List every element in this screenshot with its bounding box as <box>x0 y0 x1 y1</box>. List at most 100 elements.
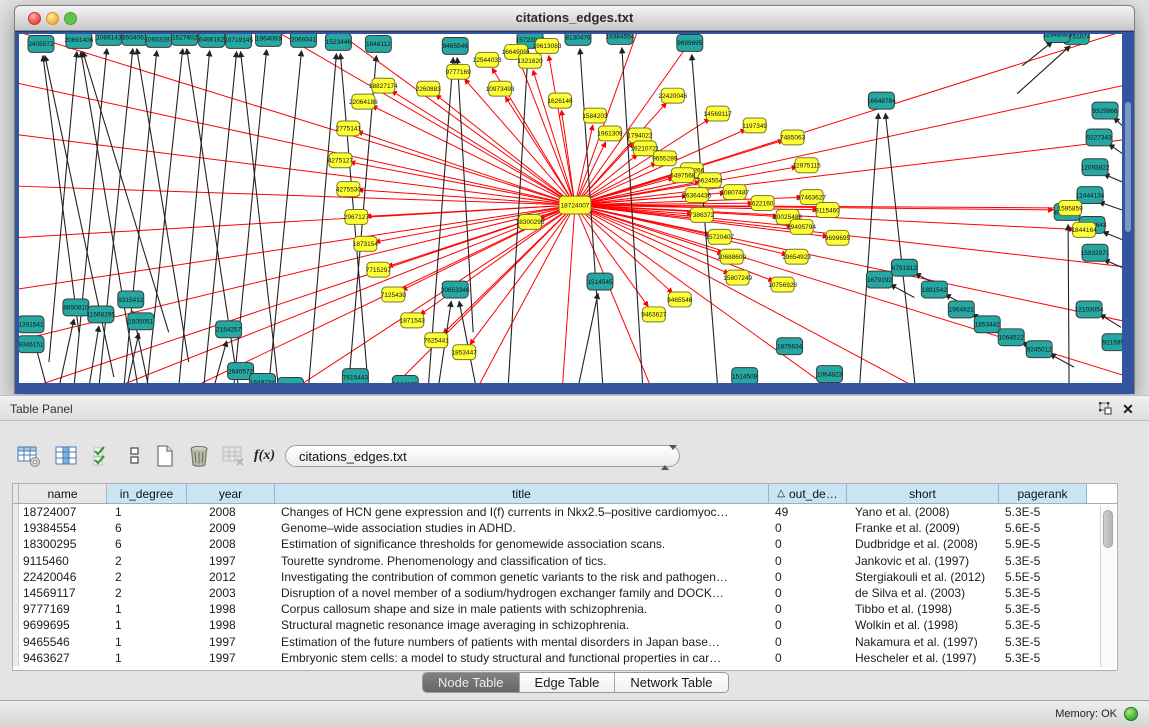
graph-node[interactable]: 6466162 <box>199 34 225 47</box>
graph-node[interactable]: 22064186 <box>349 94 378 109</box>
graph-node[interactable]: 16648784 <box>867 92 896 109</box>
graph-node[interactable]: 10973493 <box>486 81 515 96</box>
graph-node[interactable]: 19495794 <box>787 219 816 234</box>
graph-node[interactable]: 1523446 <box>325 34 351 50</box>
graph-node[interactable]: 3624554 <box>697 173 723 188</box>
table-row[interactable]: 1872400712008Changes of HCN gene express… <box>13 504 1117 520</box>
graph-node[interactable]: 18300295 <box>516 214 545 229</box>
graph-node[interactable]: 7485063 <box>780 130 806 145</box>
select-columns-icon[interactable] <box>53 443 79 469</box>
memory-ok-indicator[interactable] <box>1124 707 1138 721</box>
graph-node[interactable]: 6497568 <box>670 168 696 183</box>
graph-node[interactable]: 1626146 <box>547 93 573 108</box>
graph-node[interactable]: 7625441 <box>424 333 450 348</box>
table-row[interactable]: 2242004622012Investigating the contribut… <box>13 569 1117 585</box>
close-panel-icon[interactable]: ✕ <box>1119 400 1137 418</box>
float-panel-icon[interactable] <box>1097 400 1115 418</box>
graph-node[interactable]: 9227343 <box>1086 129 1112 146</box>
graph-node[interactable]: 20653346 <box>441 281 470 298</box>
graph-node[interactable]: 15932971 <box>1081 244 1110 261</box>
graph-node[interactable]: 9699695 <box>677 34 703 51</box>
new-document-icon[interactable] <box>152 443 178 469</box>
column-header-out-degree[interactable]: △out_de… <box>769 484 847 503</box>
graph-node[interactable]: 12975115 <box>792 158 821 173</box>
graph-node[interactable]: 9699695 <box>825 230 851 245</box>
column-header-short[interactable]: short <box>847 484 999 503</box>
graph-node[interactable]: 7615443 <box>342 369 368 383</box>
scrollbar-thumb[interactable] <box>1103 510 1113 548</box>
graph-node[interactable]: 9655289 <box>652 151 678 166</box>
table-row[interactable]: 946554611997Estimation of the future num… <box>13 634 1117 650</box>
graph-node[interactable]: 1584203 <box>582 108 608 123</box>
table-row[interactable]: 969969511998Structural magnetic resonanc… <box>13 617 1117 633</box>
table-row[interactable]: 946362711997Embryonic stem cells: a mode… <box>13 650 1117 666</box>
graph-node[interactable]: 1964125 <box>392 376 418 383</box>
column-header-year[interactable]: year <box>187 484 275 503</box>
graph-node[interactable]: 1875634 <box>777 338 803 355</box>
graph-node[interactable]: 26364436 <box>682 188 711 203</box>
graph-node[interactable]: 1069143 <box>96 34 122 45</box>
graph-node[interactable]: 1505051 <box>128 313 154 330</box>
graph-node[interactable]: 12103054 <box>1075 301 1104 318</box>
graph-node[interactable]: 1871543 <box>400 313 426 328</box>
graph-node[interactable]: 4275127 <box>328 153 354 168</box>
graph-node[interactable]: 1964821 <box>948 301 974 318</box>
graph-node[interactable]: 1391541 <box>19 316 44 333</box>
graph-node[interactable]: 9315412 <box>118 291 144 308</box>
graph-node[interactable]: 1679192 <box>866 271 892 288</box>
tab-network-table[interactable]: Network Table <box>614 673 727 692</box>
graph-node[interactable]: 9115460 <box>815 203 840 218</box>
graph-node[interactable]: 8850810 <box>63 299 89 316</box>
graph-node[interactable]: 10653287 <box>144 34 173 47</box>
graph-node[interactable]: 9215955 <box>1102 334 1122 351</box>
table-settings-icon[interactable] <box>16 443 42 469</box>
table-selector-dropdown[interactable]: citations_edges.txt <box>285 445 680 467</box>
graph-node[interactable]: 12544033 <box>473 52 502 67</box>
column-header-title[interactable]: title <box>275 484 769 503</box>
column-header-pagerank[interactable]: pagerank <box>999 484 1087 503</box>
graph-node[interactable]: 9463627 <box>641 307 667 322</box>
graph-node[interactable]: 1648234 <box>250 374 276 383</box>
graph-node[interactable]: 19613083 <box>533 38 562 53</box>
graph-node[interactable]: 1527602 <box>172 34 198 45</box>
graph-node[interactable]: 1514509 <box>732 368 758 383</box>
graph-node[interactable]: 8130476 <box>565 34 591 45</box>
select-rows-icon[interactable] <box>90 443 116 469</box>
graph-node[interactable]: 10807487 <box>720 185 749 200</box>
graph-node[interactable]: 9465546 <box>667 292 693 307</box>
graph-node[interactable]: 7125430 <box>381 287 407 302</box>
graph-node[interactable]: 19384554 <box>605 34 634 44</box>
graph-node[interactable]: 1064823 <box>817 366 843 383</box>
graph-node[interactable]: 11568295 <box>87 306 116 323</box>
graph-node[interactable]: 1961309 <box>597 126 623 141</box>
graph-node[interactable]: 1853442 <box>974 316 1000 333</box>
window-titlebar[interactable]: citations_edges.txt <box>15 6 1134 31</box>
graph-node[interactable]: 15807249 <box>723 270 752 285</box>
graph-node[interactable]: 9777169 <box>446 64 472 79</box>
column-header-name[interactable]: name <box>19 484 107 503</box>
graph-node[interactable]: 22420046 <box>658 88 687 103</box>
graph-node[interactable]: 9245012 <box>1026 341 1052 358</box>
graph-node[interactable]: 1873154 <box>353 236 379 251</box>
row-height-icon[interactable] <box>122 443 148 469</box>
table-vertical-scrollbar[interactable] <box>1100 506 1115 667</box>
graph-node[interactable]: 1964093 <box>256 34 282 46</box>
function-builder-icon[interactable]: f(x) <box>254 443 280 469</box>
graph-node[interactable]: 1875023 <box>278 378 304 383</box>
table-row[interactable]: 1938455462009Genome–wide association stu… <box>13 520 1117 536</box>
citation-graph[interactable]: 2405572206914061069143850406110653287152… <box>19 34 1122 383</box>
graph-node[interactable]: 1197349 <box>742 118 767 133</box>
graph-hub-node[interactable]: 18724007 <box>559 196 591 214</box>
graph-node[interactable]: 7715297 <box>366 262 392 277</box>
table-row[interactable]: 1456911722003Disruption of a novel membe… <box>13 585 1117 601</box>
table-row[interactable]: 911546021997Tourette syndrome. Phenomeno… <box>13 553 1117 569</box>
graph-node[interactable]: 4275530 <box>336 182 362 197</box>
graph-node[interactable]: 2775141 <box>336 121 362 136</box>
column-header-in-degree[interactable]: in_degree <box>107 484 187 503</box>
graph-node[interactable]: 1321820 <box>517 53 543 68</box>
graph-node[interactable]: 2164257 <box>216 321 242 338</box>
network-canvas[interactable]: 2405572206914061069143850406110653287152… <box>19 34 1122 383</box>
graph-node[interactable]: 18827174 <box>369 78 398 93</box>
graph-node[interactable]: 7386372 <box>689 208 715 223</box>
graph-node[interactable]: 14569117 <box>704 106 733 121</box>
